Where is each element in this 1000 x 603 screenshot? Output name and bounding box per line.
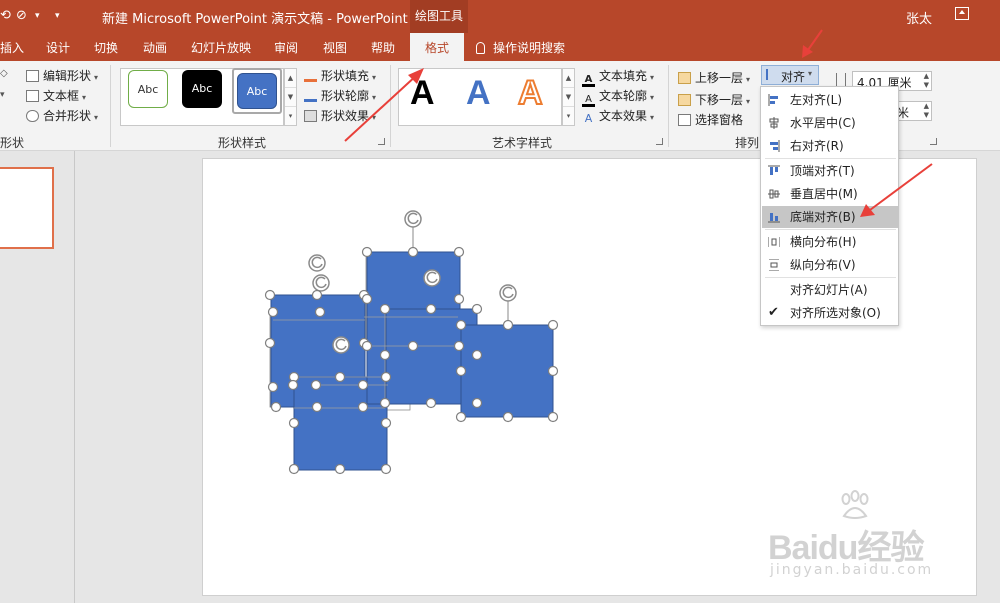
annotation-arrows	[344, 29, 933, 217]
annotation-arrow	[344, 73, 419, 142]
annotation-arrow	[869, 163, 933, 211]
annotation-arrow	[807, 29, 823, 51]
